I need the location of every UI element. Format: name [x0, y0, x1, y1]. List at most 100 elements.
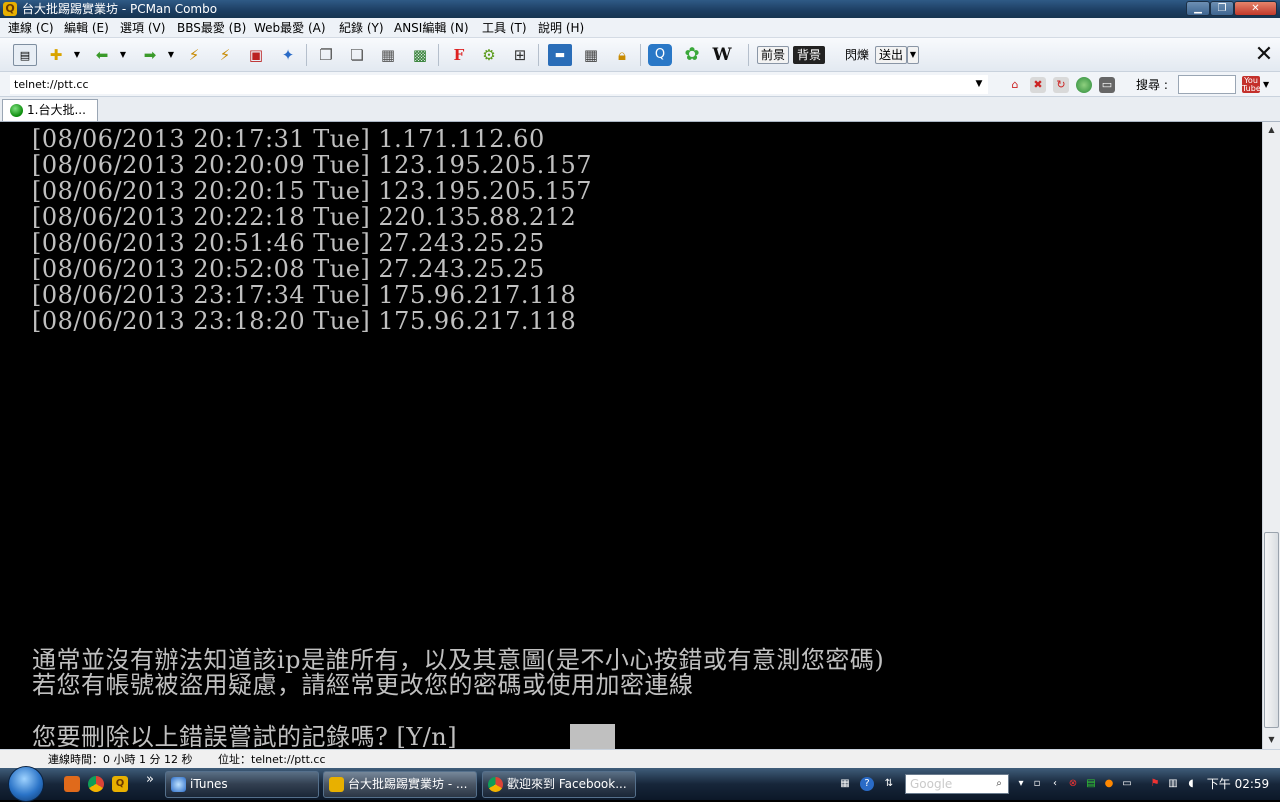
icq-flower-icon[interactable]: ✿: [680, 44, 704, 66]
menu-bbs-favorites[interactable]: BBS最愛 (B): [173, 18, 250, 38]
scroll-thumb[interactable]: [1264, 532, 1279, 728]
lock-icon[interactable]: 🔒︎: [610, 44, 634, 66]
terminal-screen[interactable]: [08/06/2013 20:17:31 Tue] 1.171.112.60 […: [0, 122, 1262, 749]
minimize-tray-icon[interactable]: ▫: [1030, 777, 1044, 791]
start-button[interactable]: [4, 766, 48, 802]
send-dropdown-icon[interactable]: ▼: [907, 46, 919, 64]
firefox-icon[interactable]: [64, 776, 80, 792]
task-chrome-facebook[interactable]: 歡迎來到 Facebook...: [482, 771, 636, 798]
quicklaunch-more-icon[interactable]: »: [142, 772, 158, 788]
pin-icon[interactable]: ✦: [276, 44, 300, 66]
terminal-scrollbar[interactable]: ▲ ▼: [1262, 122, 1280, 749]
menu-options[interactable]: 選項 (V): [116, 18, 169, 38]
display-tray-icon[interactable]: ▭: [1120, 777, 1134, 791]
login-log-line: [08/06/2013 20:52:08 Tue] 27.243.25.25: [32, 255, 545, 283]
status-address: 位址：telnet://ptt.cc: [218, 753, 326, 766]
search-engine-dropdown-icon[interactable]: ▼: [1263, 76, 1269, 94]
youtube-icon[interactable]: You Tube: [1242, 76, 1261, 93]
send-button[interactable]: 送出: [875, 46, 908, 64]
paste-icon[interactable]: ❏: [345, 44, 369, 66]
forward-dropdown-icon[interactable]: ▼: [164, 44, 178, 66]
search-dropdown-icon[interactable]: ▾: [1014, 777, 1028, 791]
input-cursor[interactable]: [570, 724, 615, 749]
image-viewer-icon[interactable]: ▬: [548, 44, 572, 66]
network-icon[interactable]: ▥: [1166, 777, 1180, 791]
flag-icon[interactable]: ⚑: [1148, 777, 1162, 791]
search-icon[interactable]: Q: [648, 44, 672, 66]
copy-ansi-icon[interactable]: ▦: [376, 44, 400, 66]
back-icon[interactable]: ⬅: [90, 44, 114, 66]
tab-label: 1.台大批...: [27, 103, 86, 117]
close-tab-icon[interactable]: ✕: [1254, 43, 1274, 67]
minimize-button[interactable]: ▁: [1186, 1, 1210, 16]
home-icon[interactable]: ⌂: [1007, 77, 1023, 93]
task-pcman[interactable]: 台大批踢踢實業坊 - ...: [323, 771, 477, 798]
login-log-line: [08/06/2013 20:17:31 Tue] 1.171.112.60: [32, 125, 545, 153]
login-log-line: [08/06/2013 20:20:15 Tue] 123.195.205.15…: [32, 177, 593, 205]
menu-tools[interactable]: 工具 (T): [478, 18, 531, 38]
address-book-icon[interactable]: ▤: [13, 44, 37, 66]
scroll-down-icon[interactable]: ▼: [1263, 732, 1280, 748]
refresh-icon[interactable]: ↻: [1053, 77, 1069, 93]
antivirus-icon[interactable]: ⊗: [1066, 777, 1080, 791]
chrome-icon[interactable]: [88, 776, 104, 792]
connected-status-icon: [10, 104, 23, 117]
menu-connection[interactable]: 連線 (C): [4, 18, 58, 38]
pcman-icon: Q: [3, 2, 17, 16]
blink-label: 閃爍: [845, 48, 870, 62]
address-bar: telnet://ptt.cc ▼ ⌂ ✖ ↻ ▭ 搜尋 : You Tube …: [0, 72, 1280, 97]
pcman-icon: [329, 777, 344, 792]
fullscreen-icon[interactable]: ⊞: [508, 44, 532, 66]
language-bar-icon[interactable]: ⇅: [882, 777, 896, 791]
window-icon[interactable]: ▭: [1099, 77, 1115, 93]
keyboard-icon[interactable]: ▦: [579, 44, 603, 66]
new-dropdown-icon[interactable]: ▼: [70, 44, 84, 66]
wikipedia-icon[interactable]: W: [710, 44, 734, 66]
menu-help[interactable]: 說明 (H): [534, 18, 588, 38]
task-itunes[interactable]: iTunes: [165, 771, 319, 798]
clock[interactable]: 下午 02:59: [1206, 768, 1270, 800]
address-dropdown-icon[interactable]: ▼: [970, 75, 988, 94]
menu-ansi-edit[interactable]: ANSI編輯 (N): [390, 18, 473, 38]
tray-expand-icon[interactable]: ‹: [1048, 777, 1062, 791]
disconnect-icon[interactable]: ⚡: [213, 44, 237, 66]
status-bar: 連線時間：0 小時 1 分 12 秒 位址：telnet://ptt.cc: [0, 749, 1280, 768]
background-color-button[interactable]: 背景: [793, 46, 826, 64]
task-label: iTunes: [190, 777, 228, 791]
menu-web-favorites[interactable]: Web最愛 (A): [250, 18, 330, 38]
tab-ptt[interactable]: 1.台大批...: [2, 99, 98, 121]
close-connection-icon[interactable]: ▣: [244, 44, 268, 66]
globe-icon[interactable]: [1076, 77, 1092, 93]
connection-time: 連線時間：0 小時 1 分 12 秒: [48, 753, 193, 766]
volume-icon[interactable]: ◖: [1184, 777, 1198, 791]
settings-gear-icon[interactable]: ⚙: [477, 44, 501, 66]
pcman-icon[interactable]: Q: [112, 776, 128, 792]
toolbar-separator: [640, 44, 641, 66]
taskbar: Q » iTunes 台大批踢踢實業坊 - ... 歡迎來到 Facebook.…: [0, 766, 1280, 802]
close-window-button[interactable]: ✕: [1234, 1, 1277, 16]
title-bar[interactable]: Q 台大批踢踢實業坊 - PCMan Combo ▁ ❐ ✕: [0, 0, 1280, 18]
keyboard-tray-icon[interactable]: ▦: [838, 777, 852, 791]
login-log-line: [08/06/2013 20:51:46 Tue] 27.243.25.25: [32, 229, 545, 257]
back-dropdown-icon[interactable]: ▼: [116, 44, 130, 66]
forward-icon[interactable]: ➡: [138, 44, 162, 66]
search-magnifier-icon[interactable]: ⌕: [992, 777, 1006, 791]
menu-edit[interactable]: 編輯 (E): [60, 18, 113, 38]
help-icon[interactable]: ?: [860, 777, 874, 791]
update-tray-icon[interactable]: ●: [1102, 777, 1116, 791]
menu-log[interactable]: 紀錄 (Y): [335, 18, 388, 38]
search-input[interactable]: [1178, 75, 1236, 94]
reconnect-icon[interactable]: ⚡: [182, 44, 206, 66]
stop-icon[interactable]: ✖: [1030, 77, 1046, 93]
login-log-line: [08/06/2013 20:20:09 Tue] 123.195.205.15…: [32, 151, 593, 179]
new-connection-icon[interactable]: ✚: [44, 44, 68, 66]
foreground-color-button[interactable]: 前景: [757, 46, 790, 64]
address-input[interactable]: telnet://ptt.cc: [10, 75, 988, 94]
toolbar-separator: [438, 44, 439, 66]
network-tray-icon[interactable]: ▤: [1084, 777, 1098, 791]
copy-icon[interactable]: ❐: [314, 44, 338, 66]
scroll-up-icon[interactable]: ▲: [1263, 122, 1280, 138]
font-icon[interactable]: F: [447, 44, 471, 66]
screenshot-icon[interactable]: ▩: [408, 44, 432, 66]
maximize-button[interactable]: ❐: [1210, 1, 1234, 16]
